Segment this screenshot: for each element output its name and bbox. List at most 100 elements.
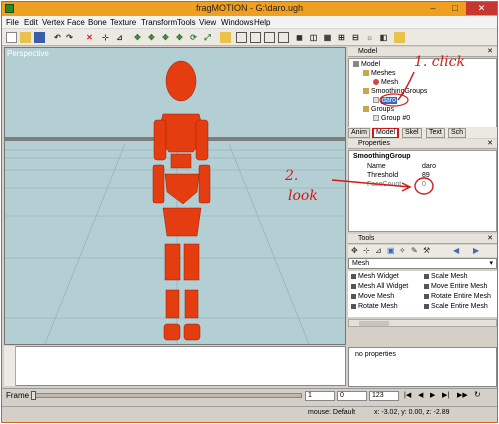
first-frame-icon[interactable]: |◀ — [404, 391, 411, 399]
tab-sch[interactable]: Sch — [448, 128, 467, 138]
last-frame-icon[interactable]: ▶▶ — [457, 391, 468, 399]
frame-start-field[interactable]: 1 — [305, 391, 335, 401]
tree-item-daro[interactable]: daro — [373, 97, 398, 104]
close-button[interactable]: ✕ — [466, 2, 497, 15]
menu-file[interactable]: File — [6, 18, 19, 27]
tools-panel-close-icon[interactable]: ✕ — [487, 234, 493, 242]
tab-text[interactable]: Text — [426, 128, 445, 138]
tool-vertex-icon[interactable]: ⊹ — [363, 246, 370, 255]
model-icon — [353, 61, 359, 68]
toggle-wireframe-icon[interactable]: ◫ — [308, 32, 319, 43]
maximize-button[interactable]: □ — [444, 2, 466, 15]
tool-rotate-mesh[interactable]: Rotate Mesh — [351, 303, 398, 310]
tab-skel[interactable]: Skel — [402, 128, 422, 138]
property-row-name[interactable]: Name daro — [349, 163, 496, 172]
tool-mesh-icon[interactable]: ▣ — [387, 246, 395, 255]
options-icon[interactable] — [394, 32, 405, 43]
tool-move-entire-mesh[interactable]: Move Entire Mesh — [424, 283, 487, 290]
select-vertex-icon[interactable]: ⊹ — [100, 32, 111, 43]
tool-anim-icon[interactable]: ⚒ — [423, 246, 430, 255]
tools-forward-icon[interactable]: ▶ — [473, 246, 479, 255]
properties-panel-close-icon[interactable]: ✕ — [487, 139, 493, 147]
menu-tools[interactable]: Tools — [177, 18, 196, 27]
minimize-button[interactable]: – — [422, 2, 444, 15]
new-file-icon[interactable] — [6, 32, 17, 43]
move-icon[interactable]: ✥ — [132, 32, 143, 43]
menu-view[interactable]: View — [199, 18, 216, 27]
view-split-v-icon[interactable] — [250, 32, 261, 43]
tool-icon — [424, 293, 429, 299]
tree-item-mesh[interactable]: Mesh — [373, 79, 398, 86]
move-y-icon[interactable]: ✥ — [160, 32, 171, 43]
rotate-icon[interactable]: ⟳ — [188, 32, 199, 43]
tools-back-icon[interactable]: ◀ — [453, 246, 459, 255]
tool-scale-mesh[interactable]: Scale Mesh — [424, 273, 468, 280]
undo-icon[interactable]: ↶ — [52, 32, 63, 43]
tool-properties-box: no properties — [348, 347, 497, 387]
select-face-icon[interactable]: ⊿ — [114, 32, 125, 43]
scroll-thumb[interactable] — [359, 321, 389, 326]
menu-transform[interactable]: Transform — [141, 18, 177, 27]
frame-end-field[interactable]: 123 — [369, 391, 399, 401]
frame-current-field[interactable]: 0 — [337, 391, 367, 401]
tool-select-icon[interactable]: ✥ — [351, 246, 358, 255]
main-toolbar: ↶ ↷ ✕ ⊹ ⊿ ✥ ✥ ✥ ✥ ⟳ ⤢ ◼ ◫ ▦ ⊞ ⊟ ☼ ◧ — [2, 29, 497, 46]
tool-rotate-entire-mesh[interactable]: Rotate Entire Mesh — [424, 293, 491, 300]
tool-move-mesh[interactable]: Move Mesh — [351, 293, 394, 300]
model-panel-close-icon[interactable]: ✕ — [487, 47, 493, 55]
tools-scrollbar[interactable] — [348, 319, 497, 327]
tab-anim[interactable]: Anim — [348, 128, 370, 138]
menu-help[interactable]: Help — [254, 18, 270, 27]
view-single-icon[interactable] — [236, 32, 247, 43]
tool-bone-icon[interactable]: ✧ — [399, 246, 406, 255]
folder-icon — [363, 70, 369, 77]
menu-bone[interactable]: Bone — [88, 18, 107, 27]
scale-icon[interactable]: ⤢ — [202, 32, 213, 43]
properties-panel-header: Properties ✕ — [348, 139, 497, 149]
property-row-threshold[interactable]: Threshold 89 — [349, 172, 496, 181]
menu-texture[interactable]: Texture — [110, 18, 136, 27]
property-row-facecount[interactable]: FaceCount 0 — [349, 181, 496, 190]
tool-scale-entire-mesh[interactable]: Scale Entire Mesh — [424, 303, 488, 310]
move-z-icon[interactable]: ✥ — [174, 32, 185, 43]
toggle-lights-icon[interactable]: ☼ — [364, 32, 375, 43]
toggle-bones-icon[interactable]: ⊟ — [350, 32, 361, 43]
tree-item-model[interactable]: Model — [353, 61, 380, 68]
tree-item-smoothinggroups[interactable]: SmoothingGroups — [363, 88, 427, 95]
move-x-icon[interactable]: ✥ — [146, 32, 157, 43]
view-quad-icon[interactable] — [278, 32, 289, 43]
log-area[interactable] — [4, 346, 346, 386]
tree-item-group-0[interactable]: Group #0 — [373, 115, 410, 122]
save-icon[interactable] — [34, 32, 45, 43]
frame-slider-handle[interactable] — [31, 391, 36, 400]
tree-item-meshes[interactable]: Meshes — [363, 70, 396, 77]
view-split-h-icon[interactable] — [264, 32, 275, 43]
tool-mesh-widget[interactable]: Mesh Widget — [351, 273, 399, 280]
toggle-camera-icon[interactable]: ◧ — [378, 32, 389, 43]
properties-grid: SmoothingGroup Name daro Threshold 89 Face… — [348, 150, 497, 232]
open-folder-icon[interactable] — [20, 32, 31, 43]
tool-icon — [351, 303, 356, 309]
loop-icon[interactable]: ↻ — [474, 390, 481, 399]
next-frame-icon[interactable]: ▶| — [442, 391, 449, 399]
tree-item-groups[interactable]: Groups — [363, 106, 394, 113]
menu-windows[interactable]: Windows — [221, 18, 253, 27]
menu-vertex[interactable]: Vertex — [42, 18, 65, 27]
play-icon[interactable]: ▶ — [430, 391, 435, 399]
tab-model[interactable]: Model — [372, 128, 400, 138]
frame-slider[interactable] — [31, 391, 302, 400]
delete-icon[interactable]: ✕ — [84, 32, 95, 43]
grid-toggle-icon[interactable] — [220, 32, 231, 43]
tool-mesh-all-widget[interactable]: Mesh All Widget — [351, 283, 408, 290]
tool-paint-icon[interactable]: ✎ — [411, 246, 418, 255]
toggle-normals-icon[interactable]: ⊞ — [336, 32, 347, 43]
annotation-look: look — [288, 188, 318, 204]
tools-category-select[interactable]: Mesh ▾ — [348, 258, 497, 269]
tool-face-icon[interactable]: ⊿ — [375, 246, 382, 255]
redo-icon[interactable]: ↷ — [64, 32, 75, 43]
toggle-texture-icon[interactable]: ▦ — [322, 32, 333, 43]
prev-frame-icon[interactable]: ◀ — [418, 391, 423, 399]
menu-edit[interactable]: Edit — [24, 18, 38, 27]
menu-face[interactable]: Face — [67, 18, 85, 27]
toggle-shading-icon[interactable]: ◼ — [294, 32, 305, 43]
